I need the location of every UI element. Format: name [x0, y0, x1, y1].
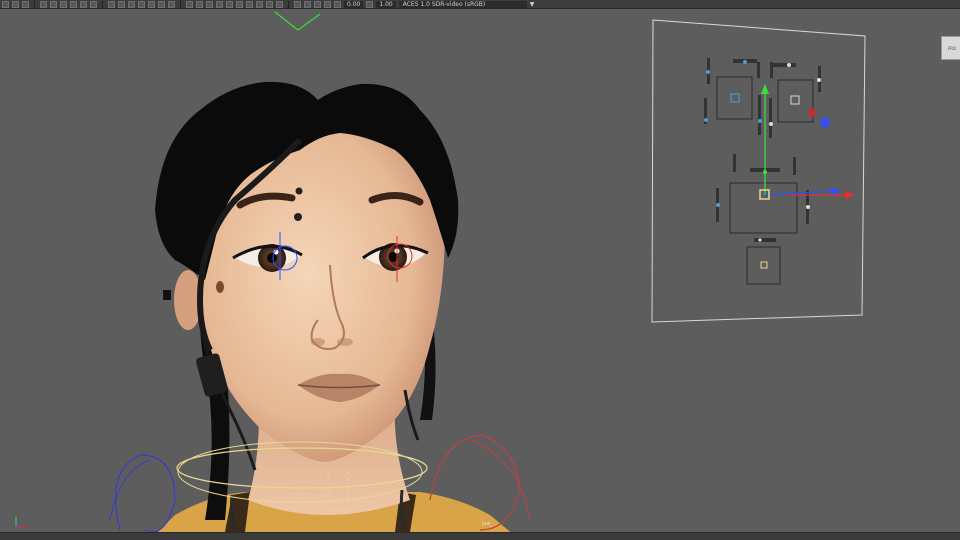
brow-piercing-top: [295, 187, 303, 195]
ambient-occlusion-icon[interactable]: [246, 0, 253, 8]
viewport-toolbar: 0.00 1.00 ACES 1.0 SDR-video (sRGB) ▼: [0, 0, 960, 9]
toolbar-divider: [102, 0, 103, 8]
grid-icon[interactable]: [108, 0, 115, 8]
maya-viewport-window: 0.00 1.00 ACES 1.0 SDR-video (sRGB) ▼ ja…: [0, 0, 960, 540]
camera-frustum-lines: [274, 11, 321, 31]
toolbar-divider: [180, 0, 181, 8]
wireframe-icon[interactable]: [186, 0, 193, 8]
camera-attributes-icon[interactable]: [50, 0, 57, 8]
safe-action-icon[interactable]: [158, 0, 165, 8]
right-eye-box-control[interactable]: [777, 79, 814, 123]
anti-aliasing-icon[interactable]: [266, 0, 273, 8]
field-chart-icon[interactable]: [148, 0, 155, 8]
blue-eye-handle[interactable]: [821, 118, 829, 127]
brow-slider-right-inner[interactable]: [772, 63, 796, 67]
toolbar-divider: [288, 0, 289, 8]
depth-of-field-icon[interactable]: [276, 0, 283, 8]
image-plane-icon[interactable]: [70, 0, 77, 8]
brow-piercing-bottom: [294, 213, 302, 221]
toolbar-divider: [34, 0, 35, 8]
xray-icon[interactable]: [304, 0, 311, 8]
exposure-field[interactable]: 0.00: [344, 0, 364, 8]
status-bar: [0, 532, 960, 540]
gamma-icon[interactable]: [366, 0, 374, 8]
left-shoulder-control[interactable]: [114, 454, 176, 532]
lasso-tool-icon[interactable]: [12, 0, 19, 8]
lights-icon[interactable]: [226, 0, 233, 8]
backface-culling-icon[interactable]: [324, 0, 331, 8]
isolate-select-icon[interactable]: [294, 0, 301, 8]
safe-title-icon[interactable]: [168, 0, 175, 8]
color-space-dropdown[interactable]: ACES 1.0 SDR-video (sRGB): [398, 0, 527, 8]
view-cube-label: FRO: [947, 46, 957, 51]
motion-blur-icon[interactable]: [256, 0, 263, 8]
gate-mask-icon[interactable]: [138, 0, 145, 8]
resolution-gate-icon[interactable]: [128, 0, 135, 8]
camera-icon[interactable]: [40, 0, 47, 8]
film-gate-icon[interactable]: [118, 0, 125, 8]
textured-icon[interactable]: [216, 0, 223, 8]
move-manipulator[interactable]: [759, 84, 855, 200]
jaw-handle-label: jaw_: [481, 521, 494, 527]
chevron-down-icon[interactable]: ▼: [530, 1, 535, 8]
gamma-field[interactable]: 1.00: [376, 0, 396, 8]
wireframe-on-shaded-icon[interactable]: [206, 0, 213, 8]
viewport-scene: jaw_: [109, 11, 866, 532]
grease-pencil-icon[interactable]: [90, 0, 97, 8]
shadows-icon[interactable]: [236, 0, 243, 8]
red-eye-handle[interactable]: [809, 108, 815, 117]
world-axis-icon: [15, 517, 26, 528]
perspective-viewport[interactable]: jaw_ FRO: [0, 9, 960, 532]
face-gui-panel[interactable]: [651, 19, 866, 323]
jaw-box-control[interactable]: [746, 246, 781, 285]
view-cube[interactable]: FRO: [941, 36, 960, 60]
two-d-pan-icon[interactable]: [80, 0, 87, 8]
select-tool-icon[interactable]: [2, 0, 9, 8]
smooth-shade-icon[interactable]: [196, 0, 203, 8]
bookmark-icon[interactable]: [60, 0, 67, 8]
left-eye-box-control[interactable]: [716, 76, 753, 120]
xray-joints-icon[interactable]: [314, 0, 321, 8]
paint-tool-icon[interactable]: [22, 0, 29, 8]
exposure-icon[interactable]: [334, 0, 341, 8]
cheek-mole: [216, 281, 224, 293]
